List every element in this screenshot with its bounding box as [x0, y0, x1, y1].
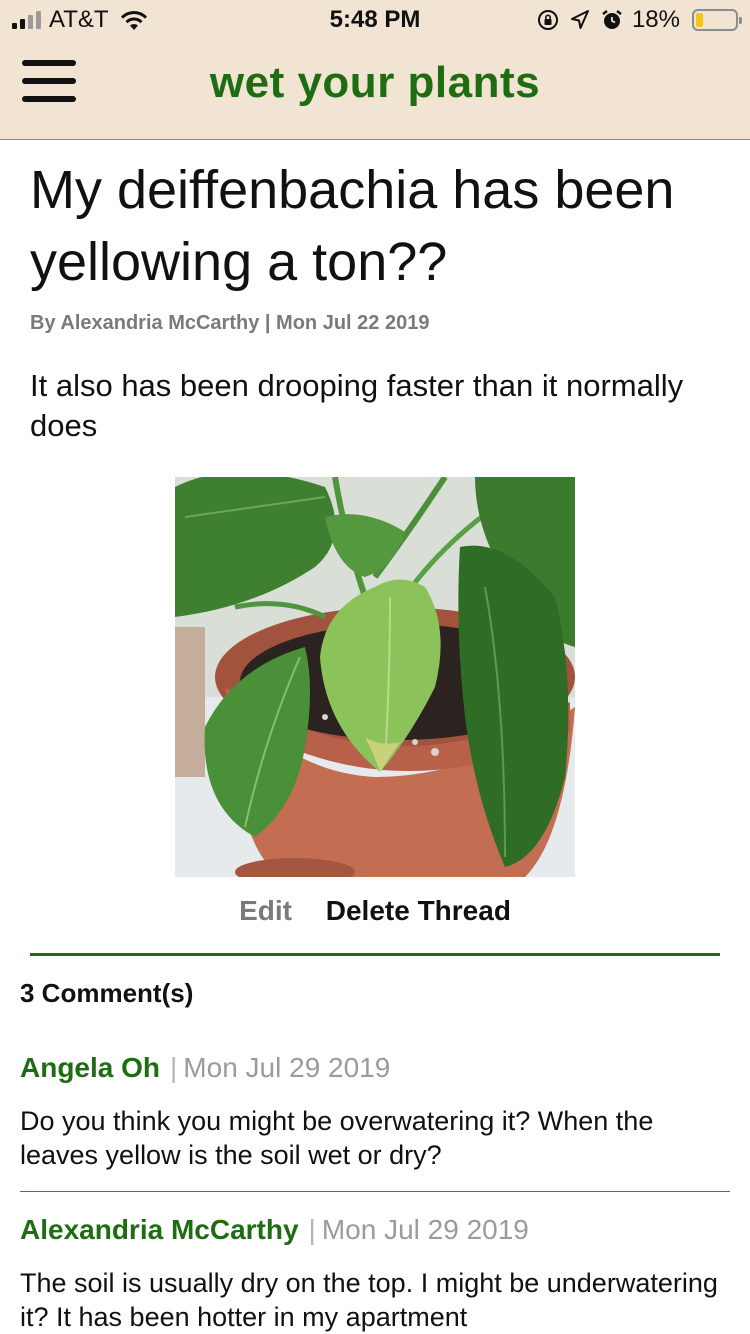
status-bar: AT&T 5:48 PM 18%	[0, 0, 750, 40]
battery-percent: 18%	[631, 6, 680, 33]
edit-button[interactable]: Edit	[239, 895, 292, 926]
comment-date: Mon Jul 29 2019	[321, 1214, 529, 1245]
post-photo	[175, 477, 575, 877]
comment-author-link[interactable]: Alexandria McCarthy	[20, 1214, 299, 1245]
comment-header: Alexandria McCarthy | Mon Jul 29 2019	[20, 1212, 730, 1248]
comment-item: Angela Oh | Mon Jul 29 2019 Do you think y…	[20, 1050, 730, 1172]
comment-header: Angela Oh | Mon Jul 29 2019	[20, 1050, 730, 1086]
comment-divider	[20, 1191, 730, 1192]
status-right: 18%	[536, 6, 742, 34]
location-icon	[570, 10, 589, 29]
comment-author-link[interactable]: Angela Oh	[20, 1052, 160, 1083]
post-byline: By Alexandria McCarthy | Mon Jul 22 2019	[30, 312, 430, 334]
comment-separator: |	[308, 1214, 316, 1245]
rotation-lock-icon	[537, 10, 558, 30]
app-header: wet your plants	[0, 40, 750, 140]
comment-item: Alexandria McCarthy | Mon Jul 29 2019 The …	[20, 1212, 730, 1334]
battery-icon	[692, 9, 742, 31]
comment-count: 3 Comment(s)	[20, 978, 194, 1008]
comment-text: Do you think you might be overwatering i…	[20, 1106, 654, 1170]
post-title: My deiffenbachia has been yellowing a to…	[30, 160, 675, 292]
comment-separator: |	[170, 1052, 178, 1083]
post-actions: Edit Delete Thread	[0, 895, 750, 927]
post-body: It also has been drooping faster than it…	[30, 368, 684, 443]
comment-date: Mon Jul 29 2019	[183, 1052, 391, 1083]
comment-text: The soil is usually dry on the top. I mi…	[20, 1268, 718, 1332]
alarm-icon	[602, 10, 622, 29]
delete-thread-button[interactable]: Delete Thread	[326, 895, 511, 926]
section-divider	[30, 953, 720, 956]
app-title: wet your plants	[209, 58, 541, 107]
battery-fill	[696, 13, 703, 27]
